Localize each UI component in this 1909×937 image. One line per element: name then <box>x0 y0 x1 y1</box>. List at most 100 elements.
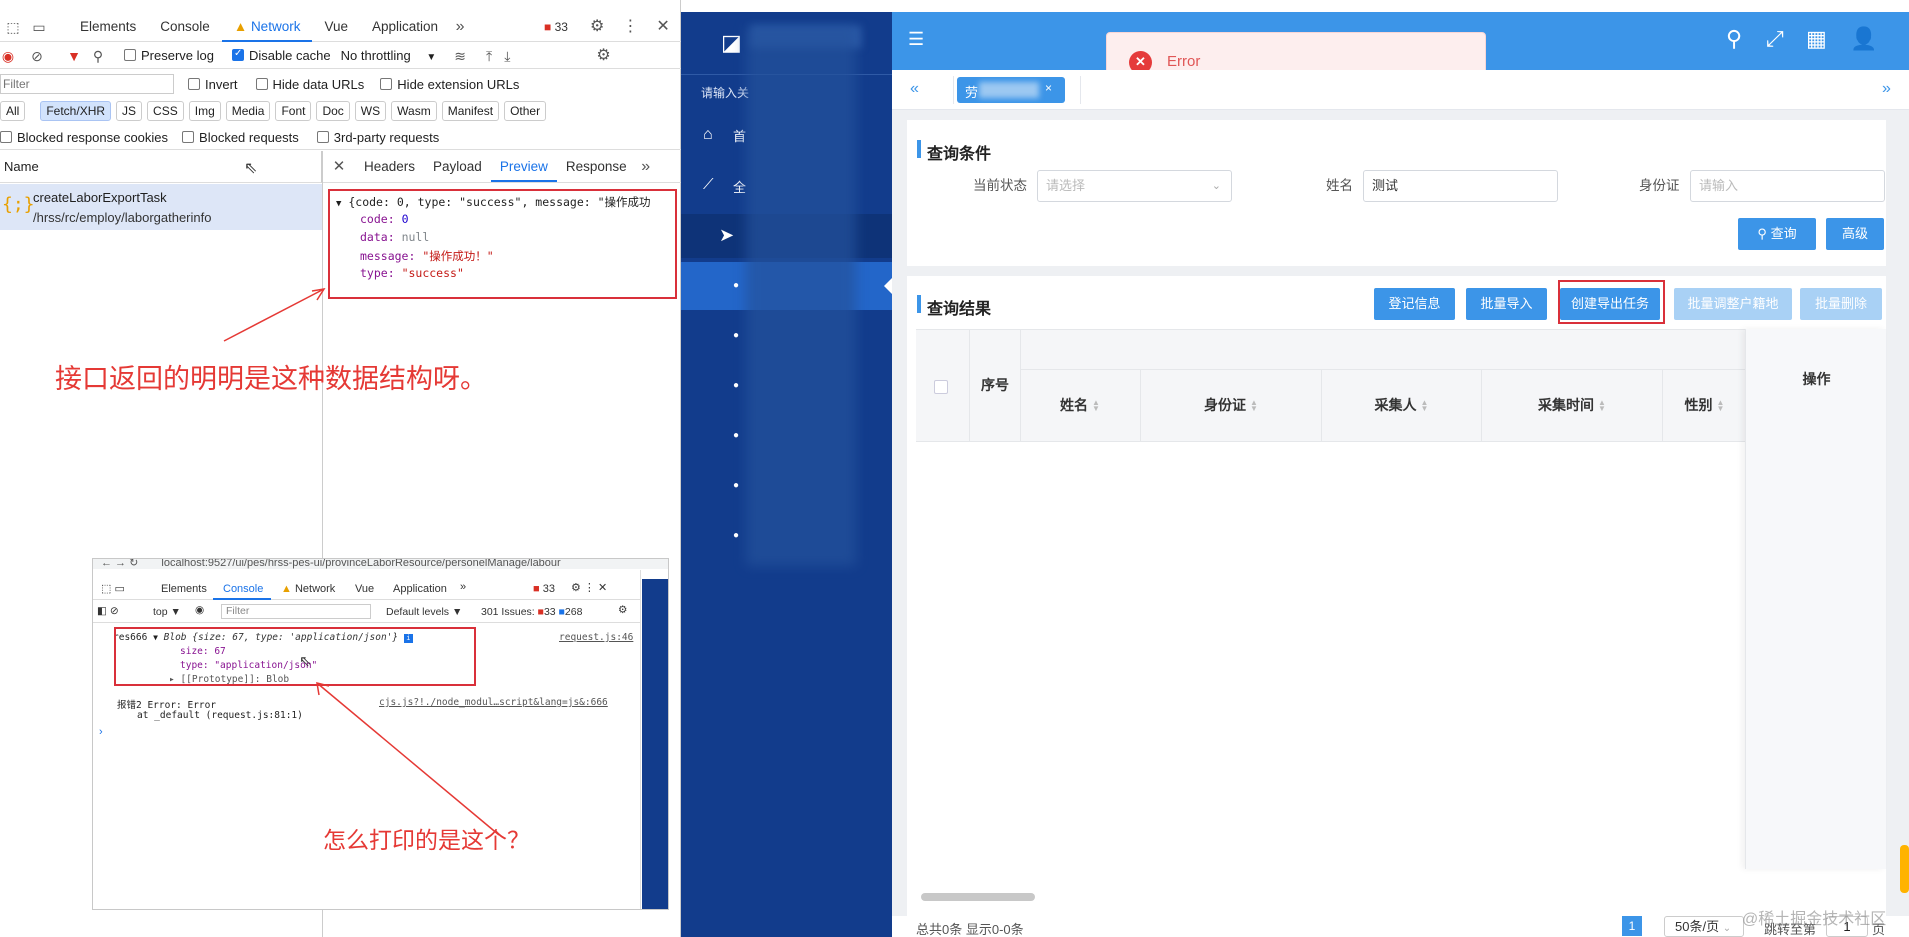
id-input[interactable]: 请输入 <box>1690 170 1885 202</box>
fetch-request-icon: {;} <box>2 194 35 215</box>
export-highlight-box <box>1558 280 1665 324</box>
col-gender[interactable]: 性别 ▲ ▼ <box>1663 369 1746 442</box>
type-filter-fetch-xhr[interactable]: Fetch/XHR <box>40 101 112 121</box>
col-collect-time[interactable]: 采集时间 ▲ ▼ <box>1482 369 1662 442</box>
search-icon[interactable]: ⚲ <box>88 49 108 63</box>
tab-preview[interactable]: Preview <box>490 152 557 182</box>
nav-item-home[interactable]: 首 <box>733 126 746 145</box>
apps-grid-icon[interactable]: ▦ <box>1806 26 1827 52</box>
wifi-conditions-icon[interactable]: ≋ <box>454 49 466 63</box>
preview-summary[interactable]: ▼ {code: 0, type: "success", message: "操… <box>336 194 651 210</box>
name-input[interactable]: 测试 <box>1363 170 1558 202</box>
status-select[interactable]: 请选择 ⌄ <box>1037 170 1232 202</box>
tags-scroll-right-icon[interactable]: » <box>1882 80 1891 98</box>
active-pointer-icon <box>884 278 892 294</box>
tab-vue[interactable]: Vue <box>312 12 360 42</box>
col-collector[interactable]: 采集人 ▲ ▼ <box>1322 369 1481 442</box>
page-size-select[interactable]: 50条/页 ⌄ <box>1664 916 1744 937</box>
hide-data-urls-checkbox[interactable]: Hide data URLs <box>255 77 364 92</box>
request-name: createLaborExportTask <box>33 190 167 205</box>
more-tabs-icon[interactable]: » <box>450 18 470 35</box>
invert-checkbox[interactable]: Invert <box>188 77 238 92</box>
hide-extension-urls-checkbox[interactable]: Hide extension URLs <box>380 77 519 92</box>
name-column-header[interactable]: Name <box>0 151 322 183</box>
horizontal-scrollbar[interactable] <box>921 893 1035 901</box>
third-party-box[interactable] <box>316 131 329 143</box>
close-detail-icon[interactable]: ✕ <box>323 159 355 174</box>
tab-response[interactable]: Response <box>557 152 636 182</box>
menu-collapse-icon[interactable]: ☰ <box>908 29 924 50</box>
filter-input[interactable] <box>0 74 174 94</box>
nav-item-all[interactable]: 全 <box>733 177 746 196</box>
type-filter-img[interactable]: Img <box>188 101 221 121</box>
upload-har-icon[interactable]: ⤒ <box>486 49 492 63</box>
register-info-button[interactable]: 登记信息 <box>1374 288 1455 320</box>
hide-extension-urls-box[interactable] <box>380 77 393 90</box>
type-filter-font[interactable]: Font <box>275 101 312 121</box>
type-filter-all[interactable]: All <box>0 101 26 121</box>
preserve-log-box[interactable] <box>124 49 136 61</box>
tab-headers[interactable]: Headers <box>355 152 424 182</box>
type-filter-other[interactable]: Other <box>504 101 547 121</box>
tab-application[interactable]: Application <box>360 12 450 42</box>
issue-counter[interactable]: ■ 33 <box>544 20 568 34</box>
search-icon[interactable]: ⚲ <box>1726 26 1742 52</box>
record-stop-icon[interactable]: ◉ <box>0 49 16 63</box>
tab-elements[interactable]: Elements <box>68 12 148 42</box>
tab-payload[interactable]: Payload <box>424 152 491 182</box>
tags-scroll-left-icon[interactable]: « <box>910 80 919 98</box>
blocked-requests-checkbox[interactable]: Blocked requests <box>182 130 299 145</box>
type-filter-js[interactable]: JS <box>116 101 143 121</box>
tag-close-icon[interactable]: × <box>1045 81 1052 95</box>
type-filter-wasm[interactable]: Wasm <box>391 101 437 121</box>
hide-data-urls-box[interactable] <box>255 77 268 90</box>
batch-delete-button[interactable]: 批量删除 <box>1800 288 1882 320</box>
col-id-label: 身份证 <box>1204 397 1247 413</box>
disable-cache-checkbox[interactable]: Disable cache <box>231 48 331 63</box>
type-filter-manifest[interactable]: Manifest <box>441 101 500 121</box>
request-row[interactable]: {;} createLaborExportTask /hrss/rc/emplo… <box>0 184 322 230</box>
nav-search-placeholder[interactable]: 请输入关 <box>701 84 749 101</box>
device-toolbar-icon[interactable]: ▭ <box>26 20 52 34</box>
invert-box[interactable] <box>188 77 200 90</box>
more-options-icon[interactable]: ⋮ <box>622 18 638 35</box>
close-devtools-icon[interactable]: ✕ <box>656 18 669 35</box>
vertical-scroll-indicator[interactable] <box>1900 845 1909 893</box>
fullscreen-icon[interactable]: ⤢ <box>1766 26 1784 52</box>
tab-console[interactable]: Console <box>148 12 222 42</box>
network-settings-icon[interactable]: ⚙ <box>596 47 610 64</box>
type-filter-media[interactable]: Media <box>225 101 271 121</box>
col-id[interactable]: 身份证 ▲ ▼ <box>1141 369 1321 442</box>
annotation-bottom: 怎么打印的是这个？ <box>323 827 530 853</box>
select-all-checkbox[interactable] <box>934 380 948 394</box>
download-har-icon[interactable]: ⤓ <box>504 49 510 63</box>
blocked-cookies-label: Blocked response cookies <box>17 130 169 145</box>
blocked-cookies-box[interactable] <box>0 131 12 143</box>
settings-gear-icon[interactable]: ⚙ <box>590 18 604 35</box>
col-name[interactable]: 姓名 ▲ ▼ <box>1020 369 1140 442</box>
advanced-button[interactable]: 高级 <box>1826 218 1884 250</box>
batch-adjust-domicile-button[interactable]: 批量调整户籍地 <box>1674 288 1792 320</box>
more-detail-tabs-icon[interactable]: » <box>636 158 656 175</box>
search-button[interactable]: ⚲ 查询 <box>1738 218 1816 250</box>
blocked-cookies-checkbox[interactable]: Blocked response cookies <box>0 130 168 145</box>
type-filter-doc[interactable]: Doc <box>316 101 350 121</box>
request-path: /hrss/rc/employ/laborgatherinfo <box>33 210 212 225</box>
disable-cache-box[interactable] <box>231 48 244 61</box>
type-filter-ws[interactable]: WS <box>354 101 387 121</box>
inset-more-icon: » <box>460 581 467 593</box>
tab-network[interactable]: ▲ Network <box>221 12 313 42</box>
batch-import-button[interactable]: 批量导入 <box>1466 288 1547 320</box>
preserve-log-checkbox[interactable]: Preserve log <box>124 48 214 63</box>
inspect-element-icon[interactable]: ⬚ <box>0 20 26 34</box>
filter-funnel-icon[interactable]: ▼ <box>64 49 84 63</box>
third-party-checkbox[interactable]: 3rd-party requests <box>316 130 439 145</box>
blocked-requests-box[interactable] <box>182 131 195 143</box>
page-1[interactable]: 1 <box>1622 916 1642 936</box>
tag-active[interactable]: 劳 × <box>957 77 1065 103</box>
clear-icon[interactable]: ⊘ <box>26 49 48 63</box>
type-filter-css[interactable]: CSS <box>147 101 184 121</box>
devtools-panel: ⬚ ▭ Elements Console ▲ Network Vue Appli… <box>0 0 681 937</box>
throttling-select[interactable]: No throttling ▼ <box>341 48 437 63</box>
user-icon[interactable]: 👤 <box>1850 26 1877 52</box>
